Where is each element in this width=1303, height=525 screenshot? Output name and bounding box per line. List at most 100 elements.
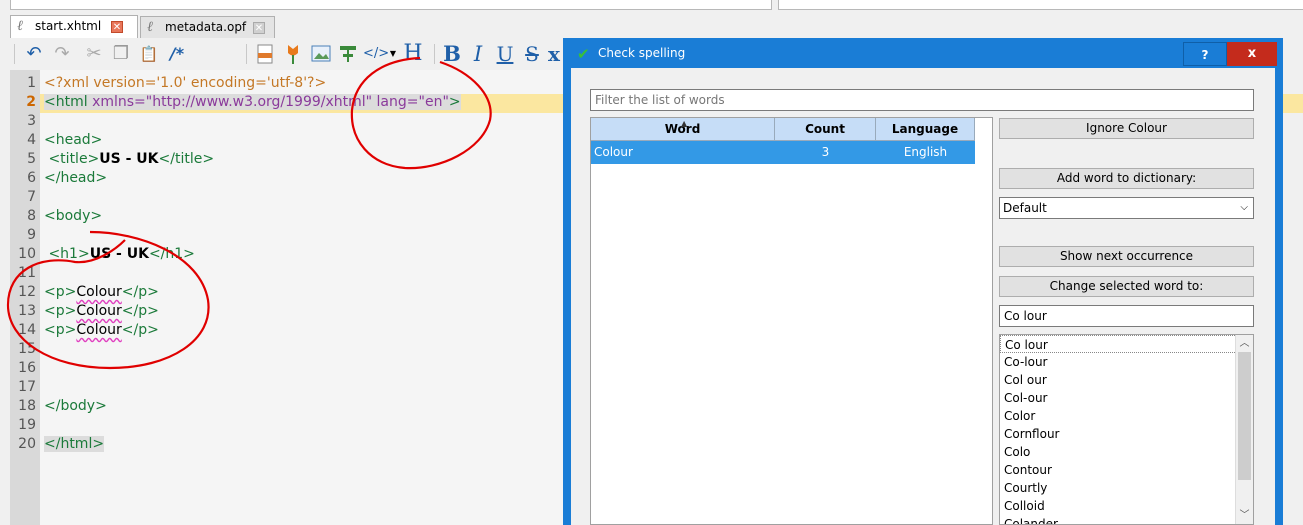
code-line-2: <html xmlns="http://www.w3.org/1999/xhtm…: [44, 94, 461, 110]
copy-icon[interactable]: ❐: [109, 42, 133, 66]
html-file-icon[interactable]: [254, 42, 276, 66]
scroll-down-icon[interactable]: ﹀: [1236, 507, 1253, 524]
sort-ascending-icon: ▲: [681, 119, 688, 128]
cell-count: 3: [821, 145, 830, 159]
line-number: 9: [27, 227, 36, 243]
top-panel-right: [778, 0, 1303, 10]
line-number: 11: [18, 265, 36, 281]
code-line-4: <head>: [44, 132, 103, 148]
list-item[interactable]: Co-lour: [1004, 353, 1048, 371]
close-tab-icon[interactable]: ✕: [111, 21, 123, 33]
image-icon[interactable]: [310, 42, 332, 66]
line-number: 2: [26, 94, 36, 110]
code-line-8: <body>: [44, 208, 103, 224]
suggestions-scrollbar[interactable]: ︿ ﹀: [1235, 335, 1253, 524]
list-item[interactable]: Co lour: [1000, 335, 1237, 353]
dialog-body: ▲ Word Count Language Colour 3 English I…: [571, 68, 1275, 525]
column-header-count[interactable]: Count: [775, 118, 876, 141]
top-panel-strip: [0, 0, 1303, 14]
list-item[interactable]: Color: [1004, 407, 1035, 425]
misspelled-word: Colour: [76, 322, 122, 338]
line-number: 3: [27, 113, 36, 129]
add-to-dictionary-button[interactable]: Add word to dictionary:: [999, 168, 1254, 189]
cell-word: Colour: [594, 145, 633, 159]
code-tag-icon[interactable]: </>: [363, 42, 389, 66]
dictionary-select[interactable]: Default ⌵: [999, 197, 1254, 219]
line-number: 8: [27, 208, 36, 224]
show-next-occurrence-button[interactable]: Show next occurrence: [999, 246, 1254, 267]
close-dialog-button[interactable]: x: [1227, 42, 1277, 66]
line-number: 12: [18, 284, 36, 300]
misspelled-words-table: ▲ Word Count Language Colour 3 English: [590, 117, 993, 525]
filter-words-input[interactable]: [590, 89, 1254, 111]
checkmark-icon: ✔: [577, 45, 590, 63]
replacement-word-input[interactable]: [999, 305, 1254, 327]
line-number: 14: [18, 322, 36, 338]
close-tab-icon[interactable]: ✕: [253, 22, 265, 34]
tulip-icon[interactable]: [282, 42, 304, 66]
tab-label: start.xhtml: [35, 19, 102, 33]
tab-label: metadata.opf: [165, 20, 247, 34]
list-item[interactable]: Colloid: [1004, 497, 1045, 515]
misspelled-word: Colour: [76, 284, 122, 300]
tab-metadata-opf[interactable]: ℓ metadata.opf ✕: [140, 16, 275, 38]
tree-icon[interactable]: [337, 42, 359, 66]
list-item[interactable]: Cornflour: [1004, 425, 1060, 443]
tab-start-xhtml[interactable]: ℓ start.xhtml ✕: [10, 15, 138, 39]
help-button[interactable]: ?: [1183, 42, 1227, 66]
scroll-up-icon[interactable]: ︿: [1236, 335, 1253, 352]
underline-icon[interactable]: U: [495, 42, 515, 66]
change-selected-word-button[interactable]: Change selected word to:: [999, 276, 1254, 297]
bold-icon[interactable]: B: [442, 42, 462, 66]
line-number: 6: [27, 170, 36, 186]
code-line-13: <p>Colour</p>: [44, 303, 159, 319]
quill-icon: ℓ: [17, 18, 23, 34]
strikethrough-icon[interactable]: S: [522, 42, 542, 66]
line-number: 1: [27, 75, 36, 91]
scrollbar-thumb[interactable]: [1238, 352, 1251, 480]
cell-language: English: [903, 145, 948, 159]
top-panel-left: [10, 0, 772, 10]
line-number: 18: [18, 398, 36, 414]
undo-icon[interactable]: ↶: [22, 42, 46, 66]
code-line-1: <?xml version='1.0' encoding='utf-8'?>: [44, 75, 327, 91]
code-line-5: <title>US - UK</title>: [48, 151, 215, 167]
list-item[interactable]: Colo: [1004, 443, 1030, 461]
code-editor[interactable]: 1 2 3 4 5 6 7 8 9 10 11 12 13 14 15 16 1…: [10, 70, 1303, 525]
line-number: 5: [27, 151, 36, 167]
line-number: 16: [18, 360, 36, 376]
misspelled-word: Colour: [76, 303, 122, 319]
dialog-title-bar[interactable]: ✔ Check spelling ? x: [563, 38, 1283, 68]
chevron-down-icon: ⌵: [1240, 202, 1248, 213]
line-number: 19: [18, 417, 36, 433]
table-row[interactable]: Colour 3 English: [591, 141, 975, 164]
code-line-12: <p>Colour</p>: [44, 284, 159, 300]
code-line-20: </html>: [44, 436, 105, 452]
line-number: 10: [18, 246, 36, 262]
code-line-18: </body>: [44, 398, 107, 414]
chevron-down-icon[interactable]: ▼: [388, 42, 398, 66]
list-item[interactable]: Col-our: [1004, 389, 1048, 407]
check-spelling-dialog: ✔ Check spelling ? x ▲ Word Count Langua…: [563, 38, 1283, 525]
list-item[interactable]: Col our: [1004, 371, 1047, 389]
list-item[interactable]: Colander: [1004, 515, 1058, 524]
heading-icon[interactable]: H: [402, 42, 424, 66]
code-line-10: <h1>US - UK</h1>: [48, 246, 195, 262]
subscript-icon[interactable]: x: [547, 42, 561, 66]
redo-icon[interactable]: ↷: [50, 42, 74, 66]
list-item[interactable]: Contour: [1004, 461, 1052, 479]
line-number: 4: [27, 132, 36, 148]
list-item[interactable]: Courtly: [1004, 479, 1047, 497]
toolbar-separator: [246, 44, 247, 64]
column-header-language[interactable]: Language: [876, 118, 975, 141]
suggestions-list[interactable]: Co lour Co-lour Col our Col-our Color Co…: [999, 334, 1254, 525]
cut-icon[interactable]: ✂: [82, 42, 106, 66]
code-line-6: </head>: [44, 170, 108, 186]
italic-icon[interactable]: I: [468, 42, 488, 66]
column-header-word[interactable]: ▲ Word: [591, 118, 775, 141]
line-number: 13: [18, 303, 36, 319]
line-number: 7: [27, 189, 36, 205]
ignore-word-button[interactable]: Ignore Colour: [999, 118, 1254, 139]
paste-icon[interactable]: 📋: [137, 42, 161, 66]
comment-icon[interactable]: /*: [165, 42, 189, 66]
